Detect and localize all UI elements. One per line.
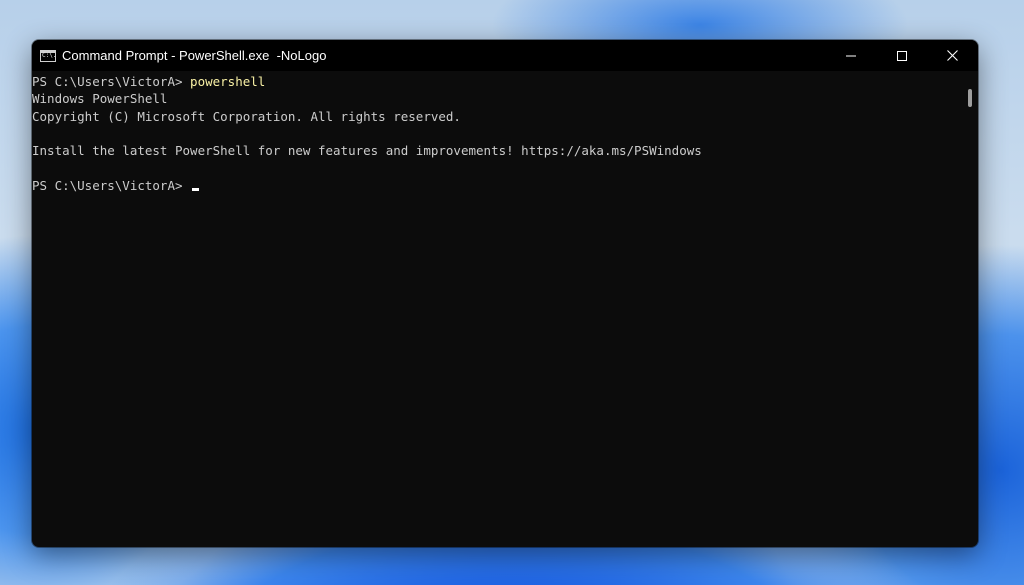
console-line: Copyright (C) Microsoft Corporation. All… (32, 108, 461, 124)
console-line: Install the latest PowerShell for new fe… (32, 143, 702, 159)
scrollbar-thumb[interactable] (968, 89, 972, 107)
title-bar[interactable]: C:\. Command Prompt - PowerShell.exe -No… (32, 40, 978, 71)
command-prompt-icon[interactable]: C:\. (40, 49, 57, 62)
text-cursor (192, 187, 200, 191)
minimize-button[interactable] (825, 40, 876, 71)
prompt-text: PS C:\Users\VictorA> (32, 74, 191, 89)
command-prompt-icon-label: C:\. (42, 51, 57, 59)
prompt-text: PS C:\Users\VictorA> (32, 177, 191, 193)
caption-buttons (825, 40, 978, 71)
maximize-button[interactable] (876, 40, 927, 71)
command-text: powershell (190, 74, 266, 89)
close-icon (947, 50, 958, 61)
console-window[interactable]: C:\. Command Prompt - PowerShell.exe -No… (32, 40, 978, 547)
console-output[interactable]: PS C:\Users\VictorA> powershell Windows … (32, 71, 962, 547)
console-line: PS C:\Users\VictorA> powershell (32, 73, 962, 90)
close-button[interactable] (927, 40, 978, 71)
maximize-icon (896, 50, 907, 61)
minimize-icon (845, 55, 856, 56)
vertical-scrollbar[interactable] (962, 71, 978, 547)
console-input-line[interactable]: PS C:\Users\VictorA> (32, 177, 962, 194)
console-line: Windows PowerShell (32, 91, 168, 107)
window-title: Command Prompt - PowerShell.exe -NoLogo (62, 48, 327, 63)
